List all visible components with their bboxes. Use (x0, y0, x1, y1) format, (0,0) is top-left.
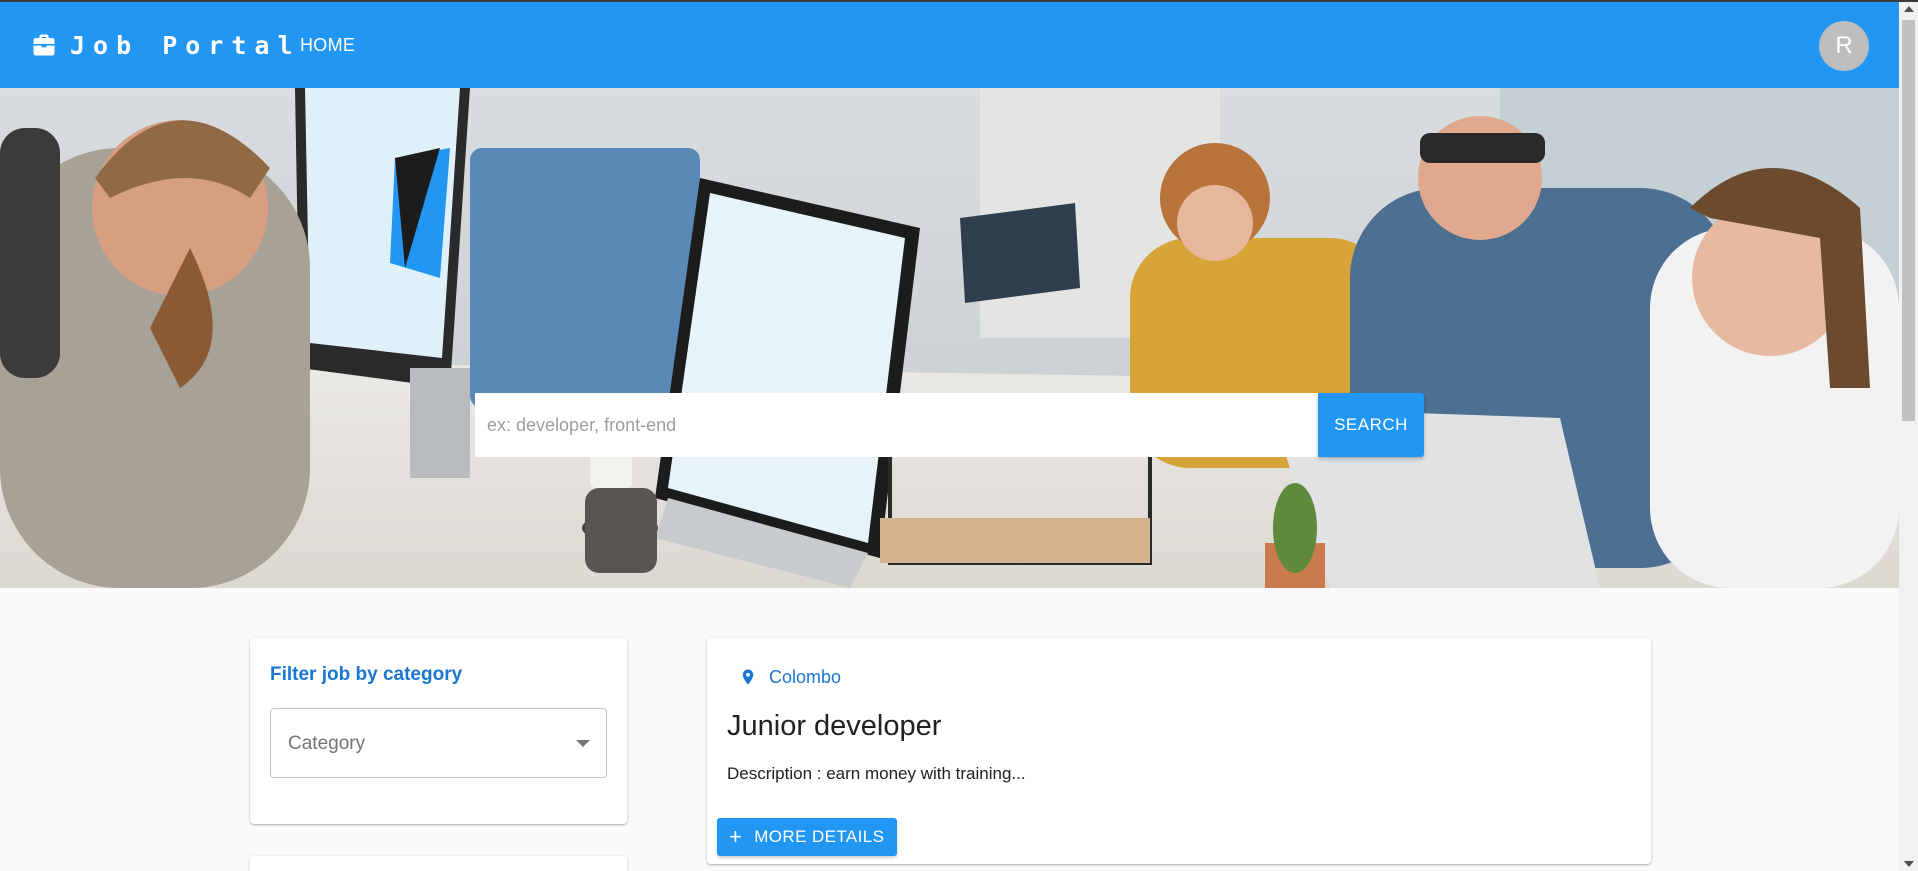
scroll-thumb[interactable] (1902, 20, 1915, 421)
location-pin-icon (742, 669, 754, 685)
more-details-label: MORE DETAILS (754, 827, 885, 846)
filter-title: Filter job by category (270, 664, 463, 685)
user-avatar[interactable]: R (1819, 21, 1869, 71)
brand[interactable]: Job Portal (30, 29, 301, 61)
category-select-label: Category (288, 733, 366, 754)
job-title: Junior developer (727, 710, 942, 742)
app-bar: Job Portal HOME R (0, 2, 1899, 88)
scroll-up-icon[interactable] (1904, 6, 1914, 12)
briefcase-icon (33, 34, 55, 56)
hero-banner: SEARCH (0, 88, 1899, 588)
arrow-drop-down-icon (576, 740, 590, 747)
job-location-text: Colombo (769, 666, 842, 687)
hero-office-image (0, 88, 1899, 588)
plus-icon: + (729, 824, 743, 849)
job-description: Description : earn money with training..… (727, 764, 1026, 783)
job-card: Colombo Junior developer Description : e… (707, 638, 1651, 864)
scroll-down-icon[interactable] (1904, 861, 1914, 867)
category-select[interactable]: Category (270, 708, 607, 778)
nav-home-link[interactable]: HOME (300, 35, 355, 56)
job-location: Colombo (739, 666, 841, 688)
more-details-button[interactable]: + MORE DETAILS (717, 818, 898, 856)
search-input[interactable] (475, 393, 1318, 457)
search-button[interactable]: SEARCH (1318, 393, 1424, 457)
page-scrollbar[interactable] (1899, 2, 1918, 871)
search-bar: SEARCH (475, 393, 1424, 457)
category-filter-card: Filter job by category Category (250, 638, 627, 824)
brand-title: Job Portal (70, 30, 301, 60)
secondary-filter-card (250, 856, 627, 871)
